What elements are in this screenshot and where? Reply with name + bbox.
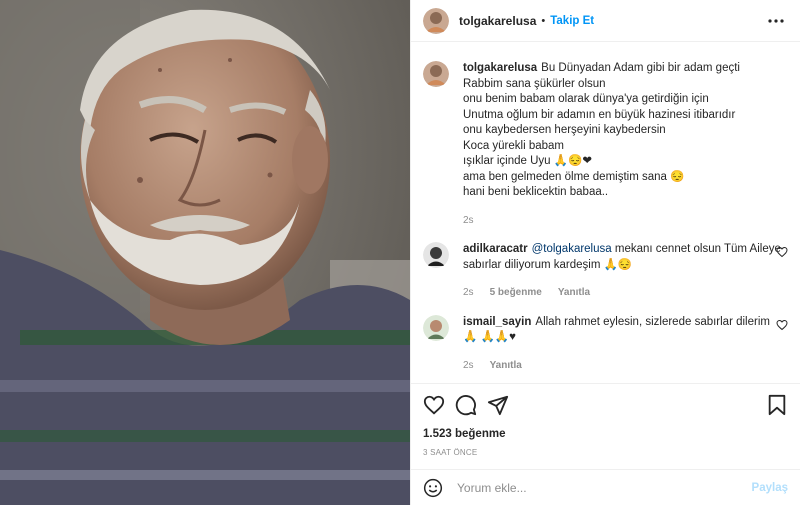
header-username[interactable]: tolgakarelusa bbox=[459, 14, 536, 28]
post-time: 3 SAAT ÖNCE bbox=[423, 448, 478, 457]
emoji-group: 😔 bbox=[670, 170, 685, 183]
comment-text: adilkaracatr @tolgakarelusa mekanı cennet… bbox=[463, 242, 783, 301]
caption-line: Bu Dünyadan Adam gibi bir adam geçti bbox=[541, 62, 740, 74]
comment-age[interactable]: 2s bbox=[463, 358, 474, 374]
caption-line: ışıklar içinde Uyu bbox=[463, 155, 551, 167]
comment-text: ismail_sayin Allah rahmet eylesin, sizler… bbox=[463, 315, 783, 374]
heart-icon[interactable] bbox=[776, 246, 788, 258]
caption-line: onu benim babam olarak dünya'ya getirdiğ… bbox=[463, 93, 709, 105]
caption-line: onu kaybedersen herşeyini kaybedersin bbox=[463, 124, 666, 136]
heart-icon[interactable] bbox=[776, 319, 788, 331]
action-bar bbox=[411, 384, 800, 426]
avatar[interactable] bbox=[423, 242, 449, 268]
comment-input[interactable] bbox=[457, 480, 752, 495]
mention-link[interactable]: @tolgakarelusa bbox=[532, 243, 612, 255]
reply-button[interactable]: Yanıtla bbox=[490, 358, 522, 374]
caption-text: tolgakarelusa Bu Dünyadan Adam gibi bir a… bbox=[463, 61, 740, 228]
comment-body: Allah rahmet eylesin, sizlerede sabırlar… bbox=[535, 315, 770, 328]
avatar[interactable] bbox=[423, 7, 449, 34]
share-button[interactable]: Paylaş bbox=[752, 482, 788, 494]
actions-section: 1.523 beğenme 3 SAAT ÖNCE Paylaş bbox=[411, 383, 800, 505]
heart-icon[interactable] bbox=[423, 394, 445, 416]
reply-button[interactable]: Yanıtla bbox=[558, 285, 590, 301]
follow-button[interactable]: Takip Et bbox=[550, 15, 594, 27]
share-icon[interactable] bbox=[487, 394, 509, 416]
save-icon[interactable] bbox=[766, 394, 788, 416]
post-header: tolgakarelusa • Takip Et bbox=[411, 0, 800, 42]
avatar[interactable] bbox=[423, 61, 449, 87]
caption-line: ama ben gelmeden ölme demiştim sana bbox=[463, 170, 667, 183]
caption: tolgakarelusa Bu Dünyadan Adam gibi bir a… bbox=[423, 61, 788, 228]
emoji-group: 🙏😔❤ bbox=[553, 155, 593, 167]
comment-item: ismail_sayin Allah rahmet eylesin, sizler… bbox=[423, 314, 788, 374]
caption-line: hani beni beklicektin babaa.. bbox=[463, 186, 609, 198]
comment-likes-link[interactable]: 5 beğenme bbox=[490, 285, 542, 301]
separator-dot: • bbox=[541, 14, 546, 27]
comments-section[interactable]: tolgakarelusa Bu Dünyadan Adam gibi bir a… bbox=[411, 43, 800, 383]
comment-meta: 2s Yanıtla bbox=[463, 358, 783, 374]
post-photo[interactable] bbox=[0, 0, 410, 505]
emoji-group: 🙏 🙏🙏♥ bbox=[463, 331, 516, 343]
caption-line: Koca yürekli babam bbox=[463, 139, 564, 152]
comment-username[interactable]: adilkaracatr bbox=[463, 243, 528, 255]
caption-line: Rabbim sana şükürler olsun bbox=[463, 77, 606, 90]
more-icon[interactable] bbox=[764, 11, 788, 31]
emoji-group: 🙏😔 bbox=[603, 258, 633, 271]
comment-item: adilkaracatr @tolgakarelusa mekanı cennet… bbox=[423, 242, 788, 301]
post: tolgakarelusa • Takip Et tolgakarelusa Bu… bbox=[0, 0, 800, 505]
comment-age[interactable]: 2s bbox=[463, 285, 474, 301]
likes-count[interactable]: 1.523 beğenme bbox=[411, 428, 800, 440]
emoji-icon[interactable] bbox=[423, 478, 443, 498]
comment-username[interactable]: ismail_sayin bbox=[463, 316, 531, 328]
caption-username[interactable]: tolgakarelusa bbox=[463, 62, 537, 74]
post-sidebar: tolgakarelusa • Takip Et tolgakarelusa Bu… bbox=[410, 0, 800, 505]
comment-meta: 2s 5 beğenme Yanıtla bbox=[463, 285, 783, 301]
caption-meta: 2s bbox=[463, 213, 740, 229]
avatar[interactable] bbox=[423, 314, 449, 341]
comment-icon[interactable] bbox=[455, 394, 477, 416]
add-comment-bar: Paylaş bbox=[411, 469, 800, 505]
caption-age[interactable]: 2s bbox=[463, 213, 474, 229]
caption-line: Unutma oğlum bir adamın en büyük hazines… bbox=[463, 108, 736, 121]
